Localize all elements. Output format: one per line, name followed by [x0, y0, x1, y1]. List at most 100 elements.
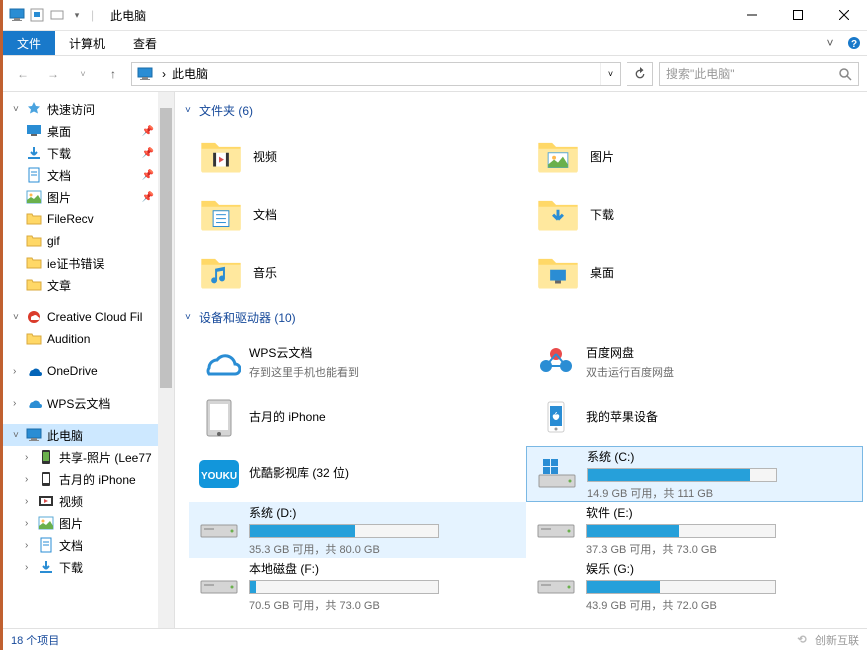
sidebar-item-label: Creative Cloud Fil: [47, 310, 142, 324]
folder-item[interactable]: 桌面: [526, 243, 863, 301]
sidebar-item-label: 视频: [59, 493, 83, 510]
device-title: WPS云文档: [249, 344, 518, 361]
sidebar-scrollbar[interactable]: [158, 92, 174, 628]
sidebar-item[interactable]: › 视频: [3, 490, 174, 512]
device-item[interactable]: 软件 (E:)37.3 GB 可用，共 73.0 GB: [526, 502, 863, 558]
drive-win-icon: [535, 454, 579, 494]
sidebar-item[interactable]: FileRecv: [3, 208, 174, 230]
address-separator[interactable]: ›: [156, 67, 166, 81]
sidebar-item-label: 下载: [59, 559, 83, 576]
chevron-right-icon[interactable]: ›: [25, 496, 37, 507]
qat-dropdown-icon[interactable]: ▾: [69, 7, 85, 23]
minimize-button[interactable]: [729, 0, 775, 31]
sidebar-item[interactable]: gif: [3, 230, 174, 252]
drive-icon: [534, 566, 578, 606]
scrollbar-thumb[interactable]: [160, 108, 172, 388]
sidebar-item[interactable]: ›古月的 iPhone: [3, 468, 174, 490]
chevron-right-icon[interactable]: ›: [25, 474, 37, 485]
sidebar-quickaccess[interactable]: ˅ 快速访问: [3, 98, 174, 120]
sidebar-item-label: 快速访问: [47, 101, 95, 118]
forward-button[interactable]: →: [41, 62, 65, 86]
folder-label: 下载: [590, 206, 614, 223]
device-item[interactable]: 系统 (C:)14.9 GB 可用，共 111 GB: [526, 446, 863, 502]
onedrive-icon: [25, 362, 43, 380]
chevron-down-icon[interactable]: ˅: [185, 105, 199, 116]
sidebar-item-label: FileRecv: [47, 212, 94, 226]
folder-item[interactable]: 视频: [189, 127, 526, 185]
baidu-icon: [534, 342, 578, 382]
drive-icon: [197, 510, 241, 550]
device-title: 软件 (E:): [586, 504, 855, 521]
address-dropdown[interactable]: ˅: [600, 63, 620, 85]
device-title: 古月的 iPhone: [249, 408, 518, 425]
sidebar-item[interactable]: 图片📌: [3, 186, 174, 208]
window-title: 此电脑: [102, 7, 729, 24]
app-icon: [9, 7, 25, 23]
chevron-down-icon[interactable]: ˅: [185, 312, 199, 323]
section-devices[interactable]: ˅ 设备和驱动器 (10): [179, 305, 863, 330]
title-bar: ▾ | 此电脑: [3, 0, 867, 31]
maximize-button[interactable]: [775, 0, 821, 31]
device-item[interactable]: WPS云文档存到这里手机也能看到: [189, 334, 526, 390]
ribbon-tab-file[interactable]: 文件: [3, 31, 55, 55]
sidebar-thispc[interactable]: ˅ 此电脑: [3, 424, 174, 446]
qat-icon[interactable]: [49, 7, 65, 23]
ribbon-tab-view[interactable]: 查看: [119, 31, 171, 55]
sidebar-item[interactable]: ›文档: [3, 534, 174, 556]
address-path[interactable]: 此电脑: [166, 65, 600, 82]
folder-item[interactable]: 图片: [526, 127, 863, 185]
save-icon[interactable]: [29, 7, 45, 23]
device-usage-bar: [249, 580, 439, 594]
chevron-down-icon[interactable]: ˅: [13, 430, 25, 441]
recent-dropdown[interactable]: ˅: [71, 62, 95, 86]
sidebar-item[interactable]: 文档📌: [3, 164, 174, 186]
chevron-right-icon[interactable]: ›: [25, 562, 37, 573]
device-item[interactable]: 我的苹果设备: [526, 390, 863, 446]
help-icon[interactable]: ?: [845, 34, 863, 52]
device-item[interactable]: YOUKU优酷影视库 (32 位): [189, 446, 526, 502]
chevron-right-icon[interactable]: ›: [25, 518, 37, 529]
sidebar-item[interactable]: 桌面📌: [3, 120, 174, 142]
device-item[interactable]: 古月的 iPhone: [189, 390, 526, 446]
chevron-right-icon[interactable]: ›: [25, 540, 37, 551]
chevron-down-icon[interactable]: ˅: [13, 312, 25, 323]
sidebar-audition[interactable]: Audition: [3, 328, 174, 350]
device-item[interactable]: 百度网盘双击运行百度网盘: [526, 334, 863, 390]
chevron-right-icon[interactable]: ›: [13, 398, 25, 409]
device-subtitle: 14.9 GB 可用，共 111 GB: [587, 485, 854, 501]
sidebar-creative-cloud[interactable]: ˅ Creative Cloud Fil: [3, 306, 174, 328]
documents-icon: [37, 536, 55, 554]
close-button[interactable]: [821, 0, 867, 31]
ribbon-expand-icon[interactable]: ˅: [821, 34, 839, 52]
search-box[interactable]: 搜索"此电脑": [659, 62, 859, 86]
sidebar-item[interactable]: 文章: [3, 274, 174, 296]
sidebar-wps[interactable]: › WPS云文档: [3, 392, 174, 414]
chevron-down-icon[interactable]: ˅: [13, 104, 25, 115]
folder-icon: [25, 232, 43, 250]
sidebar-item[interactable]: ie证书错误: [3, 252, 174, 274]
device-title: 优酷影视库 (32 位): [249, 464, 518, 481]
downloads-icon: [534, 190, 582, 238]
sidebar-item[interactable]: 下载📌: [3, 142, 174, 164]
sidebar-onedrive[interactable]: › OneDrive: [3, 360, 174, 382]
sidebar-item[interactable]: › 下载: [3, 556, 174, 578]
refresh-button[interactable]: [627, 62, 653, 86]
folder-item[interactable]: 文档: [189, 185, 526, 243]
folder-item[interactable]: 下载: [526, 185, 863, 243]
device-item[interactable]: 娱乐 (G:)43.9 GB 可用，共 72.0 GB: [526, 558, 863, 614]
sidebar-item-label: gif: [47, 234, 60, 248]
device-item[interactable]: 系统 (D:)35.3 GB 可用，共 80.0 GB: [189, 502, 526, 558]
documents-icon: [25, 166, 43, 184]
address-box[interactable]: › 此电脑 ˅: [131, 62, 621, 86]
sidebar-item[interactable]: ›共享-照片 (Lee77: [3, 446, 174, 468]
device-item[interactable]: 本地磁盘 (F:)70.5 GB 可用，共 73.0 GB: [189, 558, 526, 614]
chevron-right-icon[interactable]: ›: [13, 366, 25, 377]
section-folders[interactable]: ˅ 文件夹 (6): [179, 98, 863, 123]
ribbon-tab-computer[interactable]: 计算机: [55, 31, 119, 55]
folder-label: 视频: [253, 148, 277, 165]
sidebar-item[interactable]: ›图片: [3, 512, 174, 534]
chevron-right-icon[interactable]: ›: [25, 452, 37, 463]
folder-item[interactable]: 音乐: [189, 243, 526, 301]
back-button[interactable]: ←: [11, 62, 35, 86]
up-button[interactable]: ↑: [101, 62, 125, 86]
